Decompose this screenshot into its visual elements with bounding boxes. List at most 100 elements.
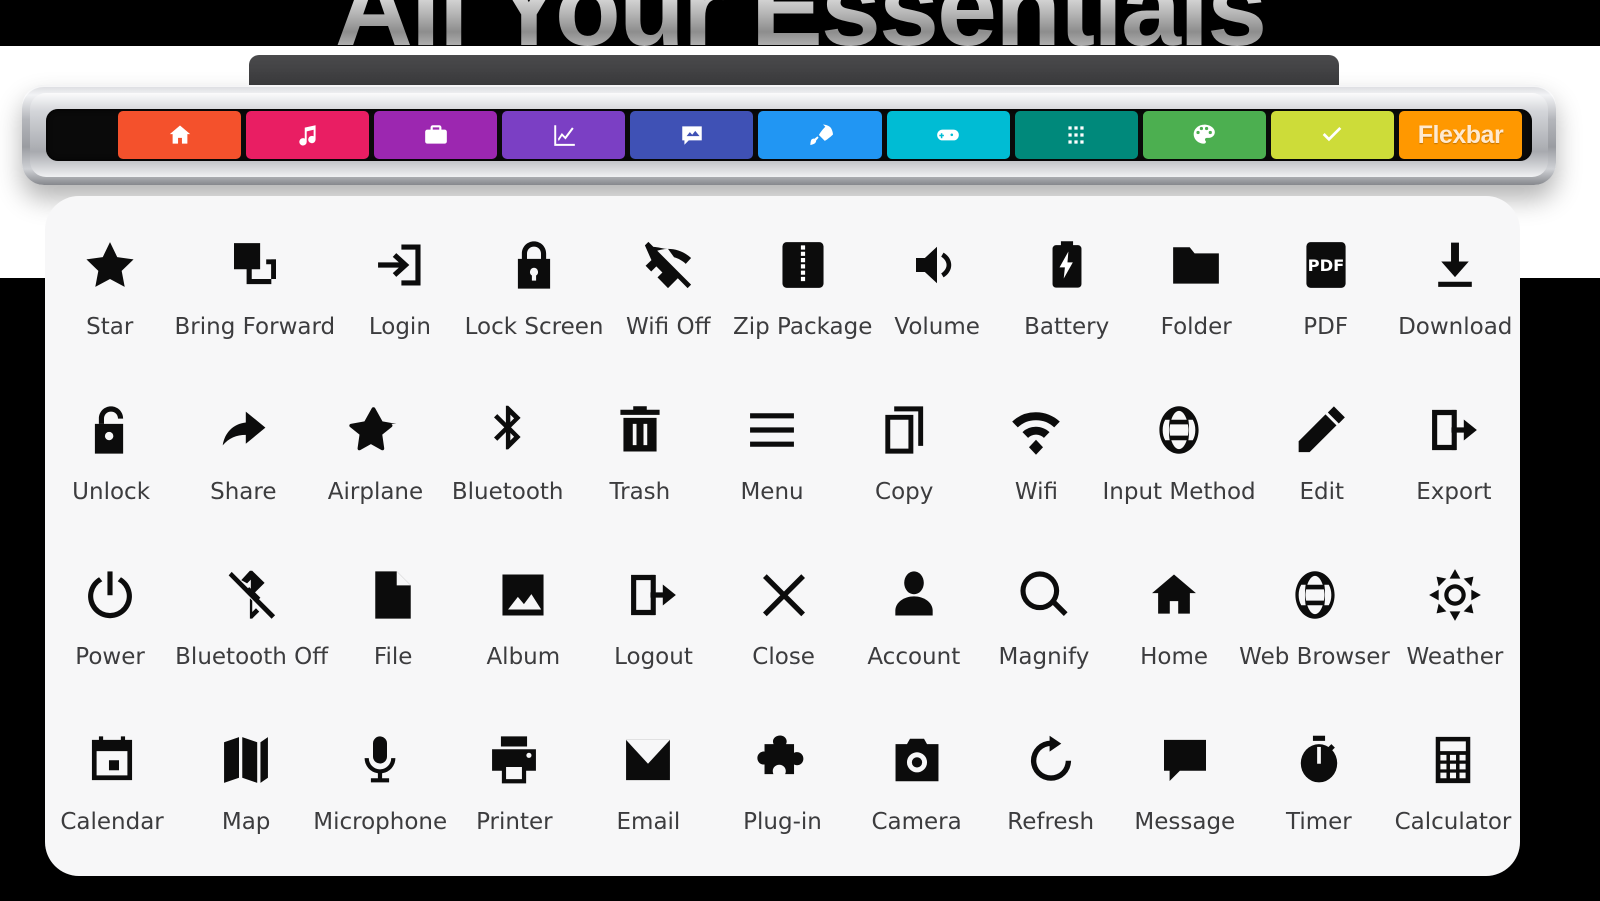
icon-cell-pdf[interactable]: PDF PDF	[1261, 214, 1391, 379]
icon-cell-menu[interactable]: Menu	[706, 379, 838, 544]
icon-cell-label: Logout	[614, 644, 693, 670]
icon-cell-label: Account	[867, 644, 961, 670]
icon-cell-album[interactable]: Album	[458, 544, 588, 709]
icon-cell-microphone[interactable]: Microphone	[313, 709, 447, 874]
bluetooth-icon	[480, 393, 536, 467]
flexbar-device: Flexbar	[22, 85, 1556, 185]
icon-cell-calculator[interactable]: Calculator	[1386, 709, 1520, 874]
map-icon	[218, 723, 274, 797]
icon-cell-label: Wifi	[1014, 479, 1058, 505]
icon-cell-share[interactable]: Share	[177, 379, 309, 544]
icon-cell-battery[interactable]: Battery	[1002, 214, 1132, 379]
icon-cell-label: Refresh	[1007, 809, 1095, 835]
wifi-off-icon	[640, 228, 696, 302]
icon-cell-wifi-off[interactable]: Wifi Off	[603, 214, 733, 379]
icon-cell-edit[interactable]: Edit	[1256, 379, 1388, 544]
icon-cell-bluetooth[interactable]: Bluetooth	[442, 379, 574, 544]
icon-cell-email[interactable]: Email	[581, 709, 715, 874]
icon-cell-volume[interactable]: Volume	[872, 214, 1002, 379]
icon-cell-account[interactable]: Account	[849, 544, 979, 709]
microphone-icon	[352, 723, 408, 797]
icon-cell-copy[interactable]: Copy	[838, 379, 970, 544]
icon-cell-weather[interactable]: Weather	[1390, 544, 1520, 709]
touchbar-tile-music[interactable]	[246, 111, 370, 159]
message-icon	[1157, 723, 1213, 797]
touchbar-tile-work[interactable]	[374, 111, 498, 159]
icon-cell-label: Input Method	[1102, 479, 1256, 505]
icon-cell-label: Close	[752, 644, 815, 670]
svg-text:PDF: PDF	[1307, 256, 1344, 275]
music-icon	[295, 122, 321, 148]
icon-cell-label: Printer	[476, 809, 553, 835]
touchbar-tile-label: Flexbar	[1417, 120, 1504, 149]
icon-cell-refresh[interactable]: Refresh	[984, 709, 1118, 874]
icon-cell-message[interactable]: Message	[1118, 709, 1252, 874]
icon-grid-panel: Star Bring Forward Login Lock Screen Wifi Of…	[45, 196, 1520, 876]
tile-strip: Flexbar	[118, 111, 1523, 159]
battery-icon	[1039, 228, 1095, 302]
copy-icon	[876, 393, 932, 467]
touchbar-tile-media[interactable]	[630, 111, 754, 159]
icon-cell-unlock[interactable]: Unlock	[45, 379, 177, 544]
touchbar-tile-flexbar[interactable]: Flexbar	[1398, 111, 1523, 159]
touchbar-tile-launch[interactable]	[758, 111, 882, 159]
account-icon	[886, 558, 942, 632]
home-icon	[1146, 558, 1202, 632]
icon-cell-label: Bluetooth	[451, 479, 564, 505]
icon-cell-label: Bluetooth Off	[175, 644, 329, 670]
icon-cell-label: Microphone	[313, 809, 448, 835]
icon-cell-label: Login	[368, 314, 431, 340]
icon-cell-web-browser[interactable]: Web Browser	[1239, 544, 1390, 709]
touchbar-tile-design[interactable]	[1142, 111, 1266, 159]
grid-icon	[1063, 122, 1089, 148]
icon-cell-label: Star	[86, 314, 134, 340]
icon-cell-lock-screen[interactable]: Lock Screen	[465, 214, 603, 379]
star-icon	[82, 228, 138, 302]
icon-cell-label: Unlock	[72, 479, 151, 505]
icon-cell-label: Camera	[871, 809, 962, 835]
icon-cell-close[interactable]: Close	[719, 544, 849, 709]
briefcase-icon	[423, 122, 449, 148]
touchbar-tile-home[interactable]	[118, 111, 242, 159]
globe-icon	[1287, 558, 1343, 632]
icon-cell-export[interactable]: Export	[1388, 379, 1520, 544]
icon-cell-label: Bring Forward	[174, 314, 336, 340]
icon-cell-label: Edit	[1299, 479, 1344, 505]
touchbar-tile-stocks[interactable]	[502, 111, 626, 159]
icon-cell-logout[interactable]: Logout	[588, 544, 718, 709]
icon-cell-input-method[interactable]: Input Method	[1103, 379, 1256, 544]
icon-cell-login[interactable]: Login	[335, 214, 465, 379]
icon-cell-label: Download	[1398, 314, 1513, 340]
weather-icon	[1427, 558, 1483, 632]
icon-cell-download[interactable]: Download	[1390, 214, 1520, 379]
icon-cell-zip-package[interactable]: Zip Package	[733, 214, 872, 379]
icon-cell-trash[interactable]: Trash	[574, 379, 706, 544]
icon-grid-row: Power Bluetooth Off File Album Logout Close Ac…	[45, 544, 1520, 709]
icon-cell-home[interactable]: Home	[1109, 544, 1239, 709]
icon-cell-plug-in[interactable]: Plug-in	[715, 709, 849, 874]
icon-cell-bluetooth-off[interactable]: Bluetooth Off	[175, 544, 328, 709]
icon-cell-star[interactable]: Star	[45, 214, 175, 379]
touchbar-tile-game[interactable]	[886, 111, 1010, 159]
icon-cell-file[interactable]: File	[328, 544, 458, 709]
icon-cell-calendar[interactable]: Calendar	[45, 709, 179, 874]
icon-cell-label: Album	[486, 644, 561, 670]
touchbar-tile-tasks[interactable]	[1270, 111, 1394, 159]
magnify-icon	[1016, 558, 1072, 632]
icon-cell-bring-forward[interactable]: Bring Forward	[174, 214, 336, 379]
icon-cell-timer[interactable]: Timer	[1252, 709, 1386, 874]
icon-cell-label: Zip Package	[733, 314, 873, 340]
icon-cell-label: Power	[75, 644, 145, 670]
icon-cell-printer[interactable]: Printer	[447, 709, 581, 874]
camera-icon	[889, 723, 945, 797]
icon-cell-wifi[interactable]: Wifi	[970, 379, 1102, 544]
icon-cell-map[interactable]: Map	[179, 709, 313, 874]
icon-cell-magnify[interactable]: Magnify	[979, 544, 1109, 709]
icon-cell-label: PDF	[1303, 314, 1349, 340]
icon-cell-power[interactable]: Power	[45, 544, 175, 709]
icon-cell-airplane[interactable]: Airplane	[309, 379, 441, 544]
icon-cell-folder[interactable]: Folder	[1131, 214, 1261, 379]
icon-cell-label: File	[373, 644, 413, 670]
icon-cell-camera[interactable]: Camera	[850, 709, 984, 874]
touchbar-tile-apps[interactable]	[1014, 111, 1138, 159]
